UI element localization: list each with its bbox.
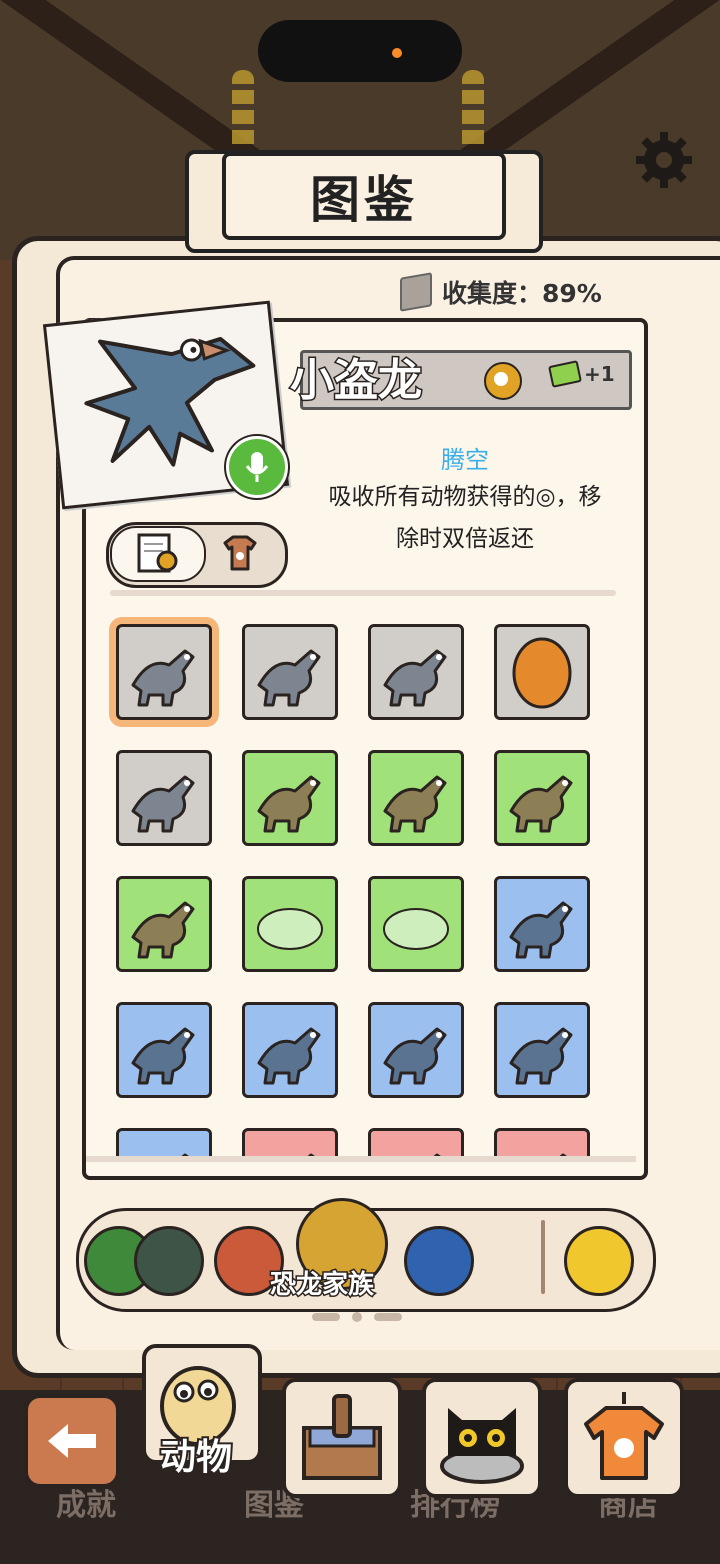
brachiosaurus-icon	[383, 1027, 447, 1085]
chain-left	[232, 70, 254, 160]
animal-tile[interactable]	[494, 750, 590, 846]
dino-icon	[305, 1153, 318, 1158]
animal-tile[interactable]	[494, 624, 590, 720]
tab-shop[interactable]	[564, 1378, 684, 1498]
animal-name: 小盗龙	[289, 354, 424, 408]
collection-progress: 收集度：89%	[400, 272, 602, 312]
crested-dino-icon	[383, 775, 447, 833]
category-label: 恐龙家族	[268, 1269, 375, 1302]
outfit-tab[interactable]	[208, 528, 272, 576]
cash-icon	[548, 360, 582, 388]
book-icon	[400, 272, 432, 312]
category-locked-lock-icon[interactable]	[404, 1226, 474, 1296]
voice-microphone-button[interactable]	[226, 436, 288, 498]
chain-right	[462, 70, 484, 160]
animal-tile[interactable]	[368, 624, 464, 720]
category-paw-icon[interactable]	[564, 1226, 634, 1296]
back-button[interactable]	[24, 1394, 120, 1488]
locked-silhouette-icon	[257, 908, 323, 950]
animal-tile[interactable]	[494, 1128, 590, 1158]
animal-tile[interactable]	[116, 876, 212, 972]
parasaurolophus-icon	[383, 649, 447, 707]
certificate-tab[interactable]	[110, 526, 206, 582]
grid-bottom-edge	[86, 1156, 636, 1162]
tab-ranking[interactable]	[422, 1378, 542, 1498]
raptor-icon	[257, 649, 321, 707]
microraptor-icon	[131, 649, 195, 707]
basket-icon	[302, 1394, 382, 1480]
dino-egg-icon	[512, 637, 572, 709]
animal-tile[interactable]	[368, 1128, 464, 1158]
bonus-reward: +1	[548, 360, 615, 388]
animal-tile[interactable]	[368, 876, 464, 972]
pager-indicator	[312, 1312, 402, 1322]
animal-tile[interactable]	[242, 624, 338, 720]
pink-dino-icon	[509, 775, 573, 833]
animal-tile[interactable]	[116, 1002, 212, 1098]
shirt-icon	[223, 535, 257, 571]
stegosaurus-icon	[509, 901, 573, 959]
animal-tile[interactable]	[368, 1002, 464, 1098]
animal-tile[interactable]	[242, 1002, 338, 1098]
feathered-dino-icon	[131, 775, 195, 833]
animal-tile[interactable]	[242, 750, 338, 846]
page-title: 图鉴	[222, 152, 506, 240]
oviraptor-icon	[131, 901, 195, 959]
category-separator	[541, 1220, 545, 1294]
tab-animals-label: 动物	[158, 1435, 234, 1480]
category-paw-dark-icon[interactable]	[134, 1226, 204, 1296]
back-arrow-icon	[48, 1424, 96, 1458]
animal-tile[interactable]	[368, 750, 464, 846]
skill-desc-line1: 吸收所有动物获得的◎，移	[328, 484, 602, 510]
triceratops-icon	[257, 775, 321, 833]
animal-tile[interactable]	[116, 624, 212, 720]
therizinosaurus-icon	[257, 1027, 321, 1085]
dilophosaurus-icon	[131, 1027, 195, 1085]
animal-tile[interactable]	[116, 1128, 212, 1158]
animal-tile[interactable]	[494, 1002, 590, 1098]
black-cat-icon	[440, 1408, 524, 1484]
skill-description: 吸收所有动物获得的◎，移 除时双倍返还	[300, 476, 630, 560]
certificate-icon	[137, 533, 178, 573]
pteranodon-icon	[509, 1027, 573, 1085]
dino-icon	[557, 1153, 570, 1158]
skill-desc-line2: 除时双倍返还	[396, 526, 534, 552]
animal-tile[interactable]	[116, 750, 212, 846]
collection-label: 收集度：	[442, 279, 543, 308]
skull-badge-icon	[484, 362, 522, 400]
bonus-value: +1	[584, 362, 615, 386]
locked-silhouette-icon	[383, 908, 449, 950]
microphone-icon	[245, 452, 269, 482]
camera-indicator	[392, 48, 402, 58]
animal-tile[interactable]	[242, 876, 338, 972]
dino-icon	[431, 1153, 444, 1158]
orange-shirt-icon	[584, 1392, 664, 1480]
animal-grid	[86, 610, 636, 1158]
animal-tile[interactable]	[242, 1128, 338, 1158]
skill-name: 腾空	[441, 446, 489, 474]
tab-catalog[interactable]	[282, 1378, 402, 1498]
camera-notch	[258, 20, 462, 82]
settings-gear-icon[interactable]	[632, 128, 696, 192]
dino-icon	[179, 1153, 192, 1158]
tab-achievements-label[interactable]: 成就	[56, 1480, 116, 1524]
divider	[110, 590, 616, 596]
animal-tile[interactable]	[494, 876, 590, 972]
collection-value: 89%	[542, 279, 602, 308]
